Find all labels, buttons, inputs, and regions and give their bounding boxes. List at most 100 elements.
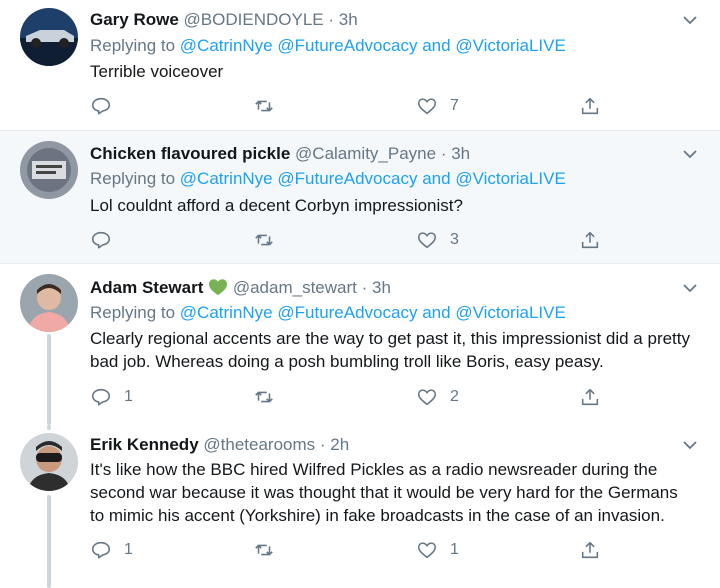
heart-icon bbox=[417, 98, 437, 115]
reply-button[interactable]: 1 bbox=[90, 538, 133, 562]
avatar[interactable] bbox=[20, 433, 78, 491]
user-handle[interactable]: @thetearooms bbox=[203, 435, 315, 454]
display-name[interactable]: Erik Kennedy bbox=[90, 435, 199, 454]
separator-dot: · bbox=[319, 435, 326, 454]
share-button[interactable] bbox=[579, 538, 601, 562]
reply-button[interactable] bbox=[90, 94, 124, 118]
mention-link[interactable]: @FutureAdvocacy bbox=[277, 303, 417, 322]
mention-link[interactable]: @CatrinNye bbox=[180, 303, 273, 322]
reply-icon bbox=[91, 231, 111, 249]
like-button[interactable]: 1 bbox=[416, 538, 459, 562]
mention-conjunction: and bbox=[422, 303, 451, 322]
replying-label: Replying to bbox=[90, 169, 176, 188]
tweet-text-line: Clearly regional accents are the way to … bbox=[90, 329, 691, 348]
tweet-text: Clearly regional accents are the way to … bbox=[90, 327, 702, 373]
retweet-button[interactable] bbox=[253, 538, 287, 562]
separator-dot: · bbox=[361, 278, 368, 297]
display-name[interactable]: Chicken flavoured pickle bbox=[90, 144, 290, 163]
retweet-icon bbox=[255, 391, 273, 403]
mention-conjunction: and bbox=[422, 36, 451, 55]
like-button[interactable]: 7 bbox=[416, 94, 459, 118]
reply-count: 1 bbox=[124, 388, 133, 405]
retweet-icon bbox=[255, 234, 273, 246]
mention-link[interactable]: @VictoriaLIVE bbox=[455, 169, 566, 188]
reply-icon bbox=[91, 97, 111, 115]
heart-icon bbox=[417, 232, 437, 249]
tweet-actions: 3 bbox=[90, 228, 610, 252]
avatar[interactable] bbox=[20, 8, 78, 66]
retweet-button[interactable] bbox=[253, 385, 287, 409]
mention-link[interactable]: @CatrinNye bbox=[180, 169, 273, 188]
like-button[interactable]: 2 bbox=[416, 385, 459, 409]
replying-label: Replying to bbox=[90, 303, 176, 322]
chevron-down-icon[interactable] bbox=[682, 437, 698, 453]
share-button[interactable] bbox=[579, 385, 601, 409]
retweet-icon bbox=[255, 100, 273, 112]
tweet-text-line: to mimic his accent (Yorkshire) in fake … bbox=[90, 506, 665, 525]
like-count: 7 bbox=[450, 97, 459, 114]
share-button[interactable] bbox=[579, 94, 601, 118]
replying-to: Replying to @CatrinNye @FutureAdvocacy a… bbox=[90, 168, 720, 190]
tweet-actions: 1 1 bbox=[90, 538, 610, 562]
replying-to: Replying to @CatrinNye @FutureAdvocacy a… bbox=[90, 302, 720, 324]
timestamp[interactable]: 3h bbox=[451, 144, 470, 163]
tweet-header: Chicken flavoured pickle @Calamity_Payne… bbox=[90, 143, 720, 165]
reply-icon bbox=[91, 541, 111, 559]
reply-button[interactable]: 1 bbox=[90, 385, 133, 409]
share-icon bbox=[581, 541, 599, 559]
mention-conjunction: and bbox=[422, 169, 451, 188]
like-count: 1 bbox=[450, 541, 459, 558]
timestamp[interactable]: 2h bbox=[330, 435, 349, 454]
tweet-text-line: second war because it was thought that i… bbox=[90, 483, 678, 502]
share-button[interactable] bbox=[579, 228, 601, 252]
tweet-header: Erik Kennedy @thetearooms · 2h bbox=[90, 434, 720, 456]
display-name[interactable]: Gary Rowe bbox=[90, 10, 179, 29]
replying-label: Replying to bbox=[90, 36, 176, 55]
share-icon bbox=[581, 388, 599, 406]
tweet-text: Terrible voiceover bbox=[90, 62, 224, 81]
avatar[interactable] bbox=[20, 141, 78, 199]
chevron-down-icon[interactable] bbox=[682, 280, 698, 296]
green-heart-icon bbox=[208, 278, 228, 297]
tweet[interactable]: Chicken flavoured pickle @Calamity_Payne… bbox=[0, 131, 720, 264]
mention-link[interactable]: @FutureAdvocacy bbox=[277, 169, 417, 188]
separator-dot: · bbox=[328, 10, 335, 29]
timestamp[interactable]: 3h bbox=[372, 278, 391, 297]
retweet-icon bbox=[255, 544, 273, 556]
like-count: 3 bbox=[450, 231, 459, 248]
timestamp[interactable]: 3h bbox=[339, 10, 358, 29]
retweet-button[interactable] bbox=[253, 228, 287, 252]
tweet-header: Gary Rowe @BODIENDOYLE · 3h bbox=[90, 9, 720, 31]
tweet-actions: 1 2 bbox=[90, 385, 610, 409]
user-handle[interactable]: @Calamity_Payne bbox=[295, 144, 436, 163]
reply-icon bbox=[91, 388, 111, 406]
reply-button[interactable] bbox=[90, 228, 124, 252]
mention-link[interactable]: @VictoriaLIVE bbox=[455, 303, 566, 322]
thread-line bbox=[47, 334, 51, 425]
user-handle[interactable]: @adam_stewart bbox=[233, 278, 357, 297]
tweet[interactable]: Erik Kennedy @thetearooms · 2h It's like… bbox=[0, 425, 720, 588]
share-icon bbox=[581, 97, 599, 115]
thread-line bbox=[47, 425, 51, 430]
tweet-text: It's like how the BBC hired Wilfred Pick… bbox=[90, 458, 702, 527]
mention-link[interactable]: @CatrinNye bbox=[180, 36, 273, 55]
tweet[interactable]: Gary Rowe @BODIENDOYLE · 3h Replying to … bbox=[0, 0, 720, 131]
display-name[interactable]: Adam Stewart bbox=[90, 278, 203, 297]
retweet-button[interactable] bbox=[253, 94, 287, 118]
avatar[interactable] bbox=[20, 274, 78, 332]
tweet[interactable]: Adam Stewart @adam_stewart · 3h Replying… bbox=[0, 264, 720, 425]
reply-count: 1 bbox=[124, 541, 133, 558]
mention-link[interactable]: @FutureAdvocacy bbox=[277, 36, 417, 55]
thread-line bbox=[47, 495, 51, 588]
separator-dot: · bbox=[440, 144, 447, 163]
user-handle[interactable]: @BODIENDOYLE bbox=[184, 10, 324, 29]
tweet-text: Lol couldnt afford a decent Corbyn impre… bbox=[90, 196, 463, 215]
like-button[interactable]: 3 bbox=[416, 228, 459, 252]
chevron-down-icon[interactable] bbox=[682, 146, 698, 162]
chevron-down-icon[interactable] bbox=[682, 12, 698, 28]
share-icon bbox=[581, 231, 599, 249]
tweet-text-line: It's like how the BBC hired Wilfred Pick… bbox=[90, 460, 658, 479]
mention-link[interactable]: @VictoriaLIVE bbox=[455, 36, 566, 55]
like-count: 2 bbox=[450, 388, 459, 405]
heart-icon bbox=[417, 542, 437, 559]
